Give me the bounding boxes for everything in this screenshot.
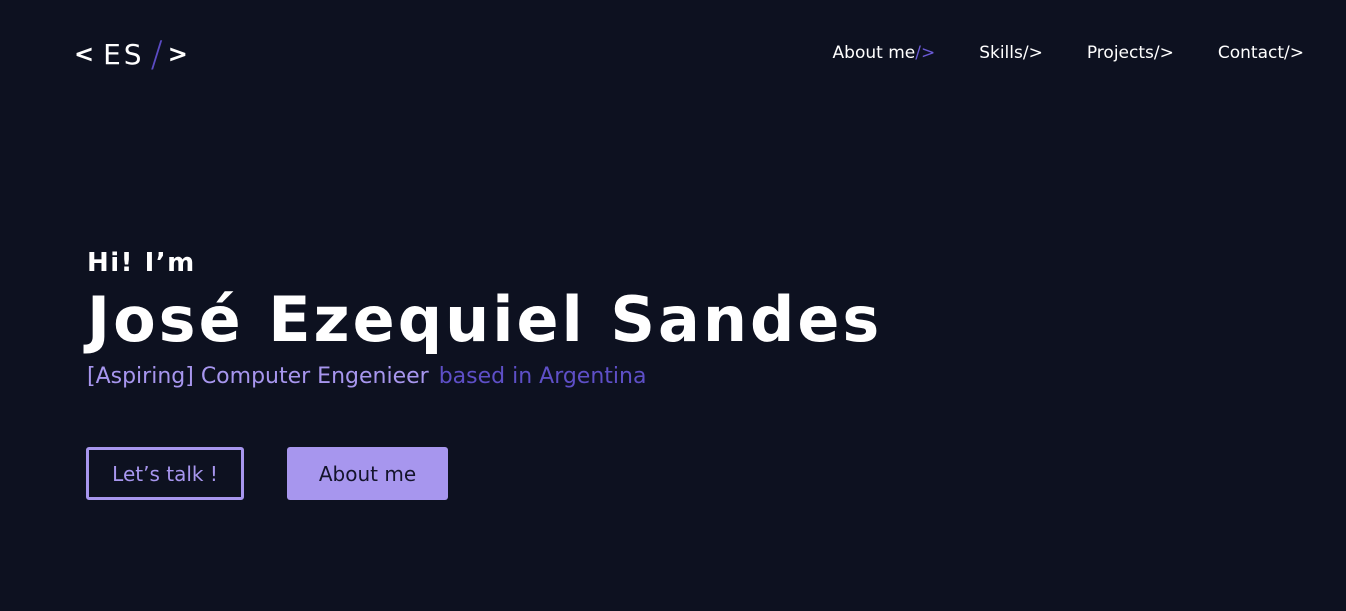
logo[interactable]: < ES / > [74,33,191,75]
nav-item-contact-label: Contact [1217,43,1285,63]
nav-item-projects[interactable]: Projects/> [1087,43,1174,63]
nav-item-contact-suffix: /> [1284,43,1304,63]
nav-item-about-me-label: About me [832,43,916,63]
logo-open-bracket: < [74,40,98,68]
hero-subtitle: [Aspiring] Computer Engenieer based in Ar… [87,362,882,392]
about-me-button[interactable]: About me [287,447,448,500]
hero-section: Hi! I’m José Ezequiel Sandes [Aspiring] … [87,244,882,392]
nav-item-about-me-suffix: /> [915,43,936,63]
hero-name: José Ezequiel Sandes [87,283,883,356]
nav-item-skills[interactable]: Skills/> [979,43,1043,63]
logo-slash: / [150,33,166,75]
nav-item-contact[interactable]: Contact/> [1218,43,1304,63]
nav-item-projects-suffix: /> [1153,43,1174,63]
hero-role: [Aspiring] Computer Engenieer [87,364,429,389]
lets-talk-button[interactable]: Let’s talk ! [86,447,244,500]
nav-item-about-me[interactable]: About me/> [833,43,936,63]
hero-location: based in Argentina [438,364,647,389]
logo-letters: ES [103,37,145,71]
nav-item-projects-label: Projects [1086,43,1154,63]
hero-greeting: Hi! I’m [87,248,196,278]
main-nav: About me/> Skills/> Projects/> Contact/> [833,43,1304,63]
nav-item-skills-suffix: /> [1022,43,1043,63]
logo-close-bracket: > [167,40,191,68]
nav-item-skills-label: Skills [979,43,1023,63]
